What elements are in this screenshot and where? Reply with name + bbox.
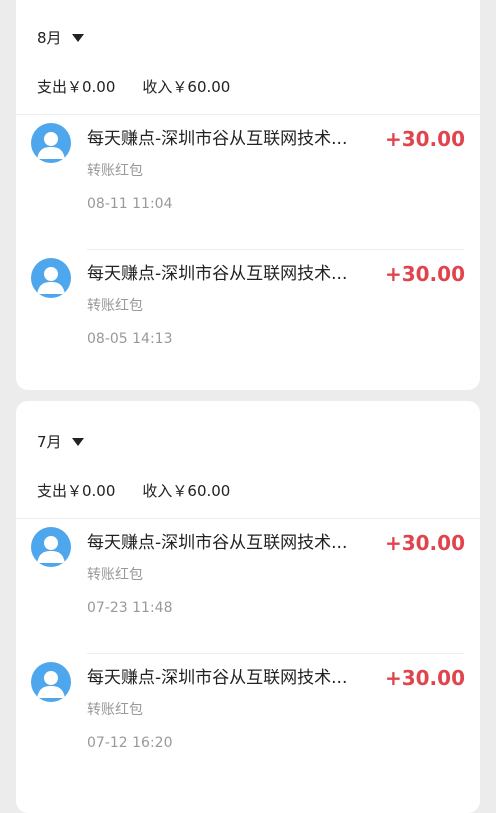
transaction-time: 07-23 11:48 <box>87 600 173 616</box>
user-avatar-icon <box>31 258 71 298</box>
month-label: 8月 <box>37 28 62 47</box>
month-summary: 支出￥0.00 收入￥60.00 <box>37 74 230 98</box>
month-label: 7月 <box>37 432 62 451</box>
month-selector[interactable]: 8月 <box>37 24 84 50</box>
user-avatar-icon <box>31 662 71 702</box>
transaction-time: 07-12 16:20 <box>87 735 173 751</box>
transaction-time: 08-05 14:13 <box>87 331 173 347</box>
transaction-amount: +30.00 <box>384 127 465 151</box>
expense-total: 支出￥0.00 <box>37 481 116 500</box>
transaction-item[interactable]: 每天赚点-深圳市谷从互联网技术... +30.00 转账红包 07-12 16:… <box>16 654 480 788</box>
user-avatar-icon <box>31 527 71 567</box>
month-summary: 支出￥0.00 收入￥60.00 <box>37 478 230 502</box>
user-avatar-icon <box>31 123 71 163</box>
income-total: 收入￥60.00 <box>142 481 231 500</box>
transaction-title: 每天赚点-深圳市谷从互联网技术... <box>87 129 348 149</box>
caret-down-icon <box>71 34 84 42</box>
caret-down-icon <box>71 438 84 446</box>
transaction-item[interactable]: 每天赚点-深圳市谷从互联网技术... +30.00 转账红包 08-11 11:… <box>16 115 480 249</box>
month-card-august: 8月 支出￥0.00 收入￥60.00 每天赚点-深圳市谷从互联网技术... +… <box>16 0 480 390</box>
transaction-amount: +30.00 <box>384 262 465 286</box>
transaction-item[interactable]: 每天赚点-深圳市谷从互联网技术... +30.00 转账红包 08-05 14:… <box>16 250 480 384</box>
month-selector[interactable]: 7月 <box>37 428 84 454</box>
income-total: 收入￥60.00 <box>142 77 231 96</box>
transaction-amount: +30.00 <box>384 666 465 690</box>
transaction-time: 08-11 11:04 <box>87 196 173 212</box>
transaction-title: 每天赚点-深圳市谷从互联网技术... <box>87 668 348 688</box>
transaction-amount: +30.00 <box>384 531 465 555</box>
transaction-type: 转账红包 <box>87 163 143 179</box>
expense-total: 支出￥0.00 <box>37 77 116 96</box>
transaction-item[interactable]: 每天赚点-深圳市谷从互联网技术... +30.00 转账红包 07-23 11:… <box>16 519 480 653</box>
month-card-july: 7月 支出￥0.00 收入￥60.00 每天赚点-深圳市谷从互联网技术... +… <box>16 401 480 813</box>
transaction-type: 转账红包 <box>87 702 143 718</box>
transaction-type: 转账红包 <box>87 567 143 583</box>
transaction-title: 每天赚点-深圳市谷从互联网技术... <box>87 264 348 284</box>
transaction-type: 转账红包 <box>87 298 143 314</box>
transaction-title: 每天赚点-深圳市谷从互联网技术... <box>87 533 348 553</box>
